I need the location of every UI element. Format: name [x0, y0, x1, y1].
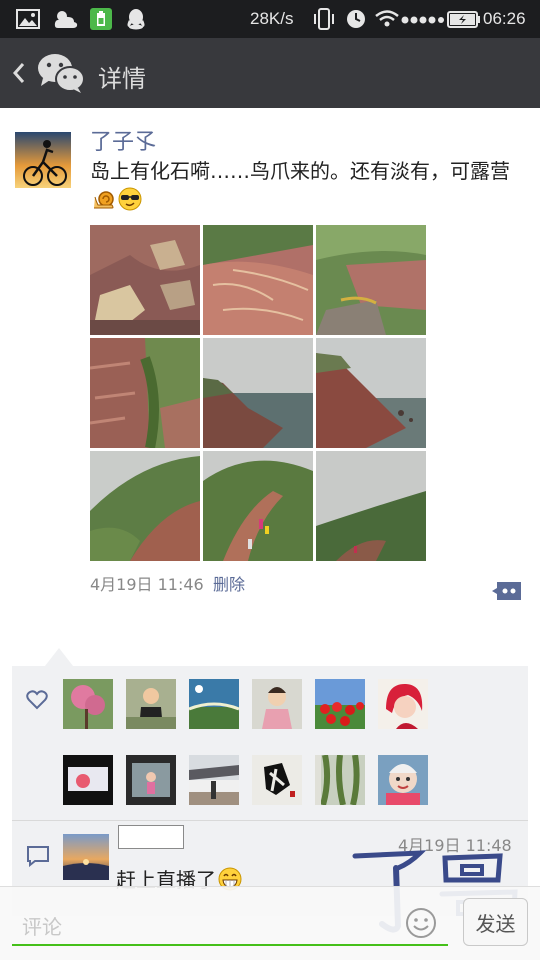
post-text: 岛上有化石嗬……鸟爪来的。还有淡有，可露营	[90, 157, 520, 219]
likes-box-pointer	[45, 648, 73, 666]
back-arrow-icon[interactable]	[10, 60, 28, 86]
commenter-name[interactable]	[118, 825, 184, 849]
send-button[interactable]: 发送	[463, 898, 528, 946]
title-bar: 详情	[0, 38, 540, 108]
liker-avatar[interactable]	[63, 679, 113, 729]
liker-avatar[interactable]	[252, 679, 302, 729]
wifi-icon	[375, 10, 444, 27]
liker-avatar[interactable]	[189, 679, 239, 729]
author-name[interactable]: 了子孓	[90, 124, 156, 156]
comment-bubble-icon	[27, 846, 49, 867]
post-photo[interactable]	[90, 451, 200, 561]
battery-icon	[447, 11, 480, 28]
cool-sunglasses-emoji-icon	[118, 187, 142, 219]
heart-icon	[26, 690, 48, 710]
post-photo[interactable]	[316, 338, 426, 448]
emoji-picker-icon[interactable]	[405, 907, 437, 939]
post-photo[interactable]	[90, 338, 200, 448]
post-photo[interactable]	[203, 338, 313, 448]
liker-avatar[interactable]	[63, 755, 113, 805]
network-speed: 28K/s	[250, 9, 294, 28]
more-actions-icon[interactable]	[491, 580, 523, 602]
alarm-icon	[347, 10, 365, 28]
post-photo[interactable]	[203, 225, 313, 335]
post-photo[interactable]	[203, 451, 313, 561]
liker-avatar[interactable]	[126, 755, 176, 805]
wechat-logo-icon	[38, 54, 85, 93]
liker-avatar[interactable]	[189, 755, 239, 805]
liker-avatar[interactable]	[315, 755, 365, 805]
image-icon	[16, 9, 40, 29]
comment-input[interactable]	[12, 910, 448, 946]
commenter-avatar[interactable]	[63, 834, 109, 880]
vibrate-icon	[314, 8, 334, 30]
post-photo[interactable]	[90, 225, 200, 335]
liker-avatar[interactable]	[315, 679, 365, 729]
post-body: 岛上有化石嗬……鸟爪来的。还有淡有，可露营	[90, 159, 510, 183]
post-time: 4月19日 11:46	[90, 575, 204, 594]
liker-avatar[interactable]	[378, 755, 428, 805]
liker-avatar[interactable]	[252, 755, 302, 805]
likes-comments-divider	[12, 820, 528, 821]
status-bar: 28K/s 06:26	[0, 0, 540, 38]
post-photo[interactable]	[316, 451, 426, 561]
post-photo[interactable]	[316, 225, 426, 335]
delete-link[interactable]: 删除	[213, 571, 245, 595]
liker-avatar[interactable]	[126, 679, 176, 729]
clock: 06:26	[483, 9, 526, 28]
snail-emoji-icon	[92, 189, 116, 219]
qq-icon	[127, 9, 145, 30]
weather-icon	[54, 11, 78, 28]
battery-saver-icon	[90, 8, 112, 30]
page-title: 详情	[98, 65, 146, 93]
liker-avatar[interactable]	[378, 679, 428, 729]
author-avatar[interactable]	[15, 132, 71, 188]
